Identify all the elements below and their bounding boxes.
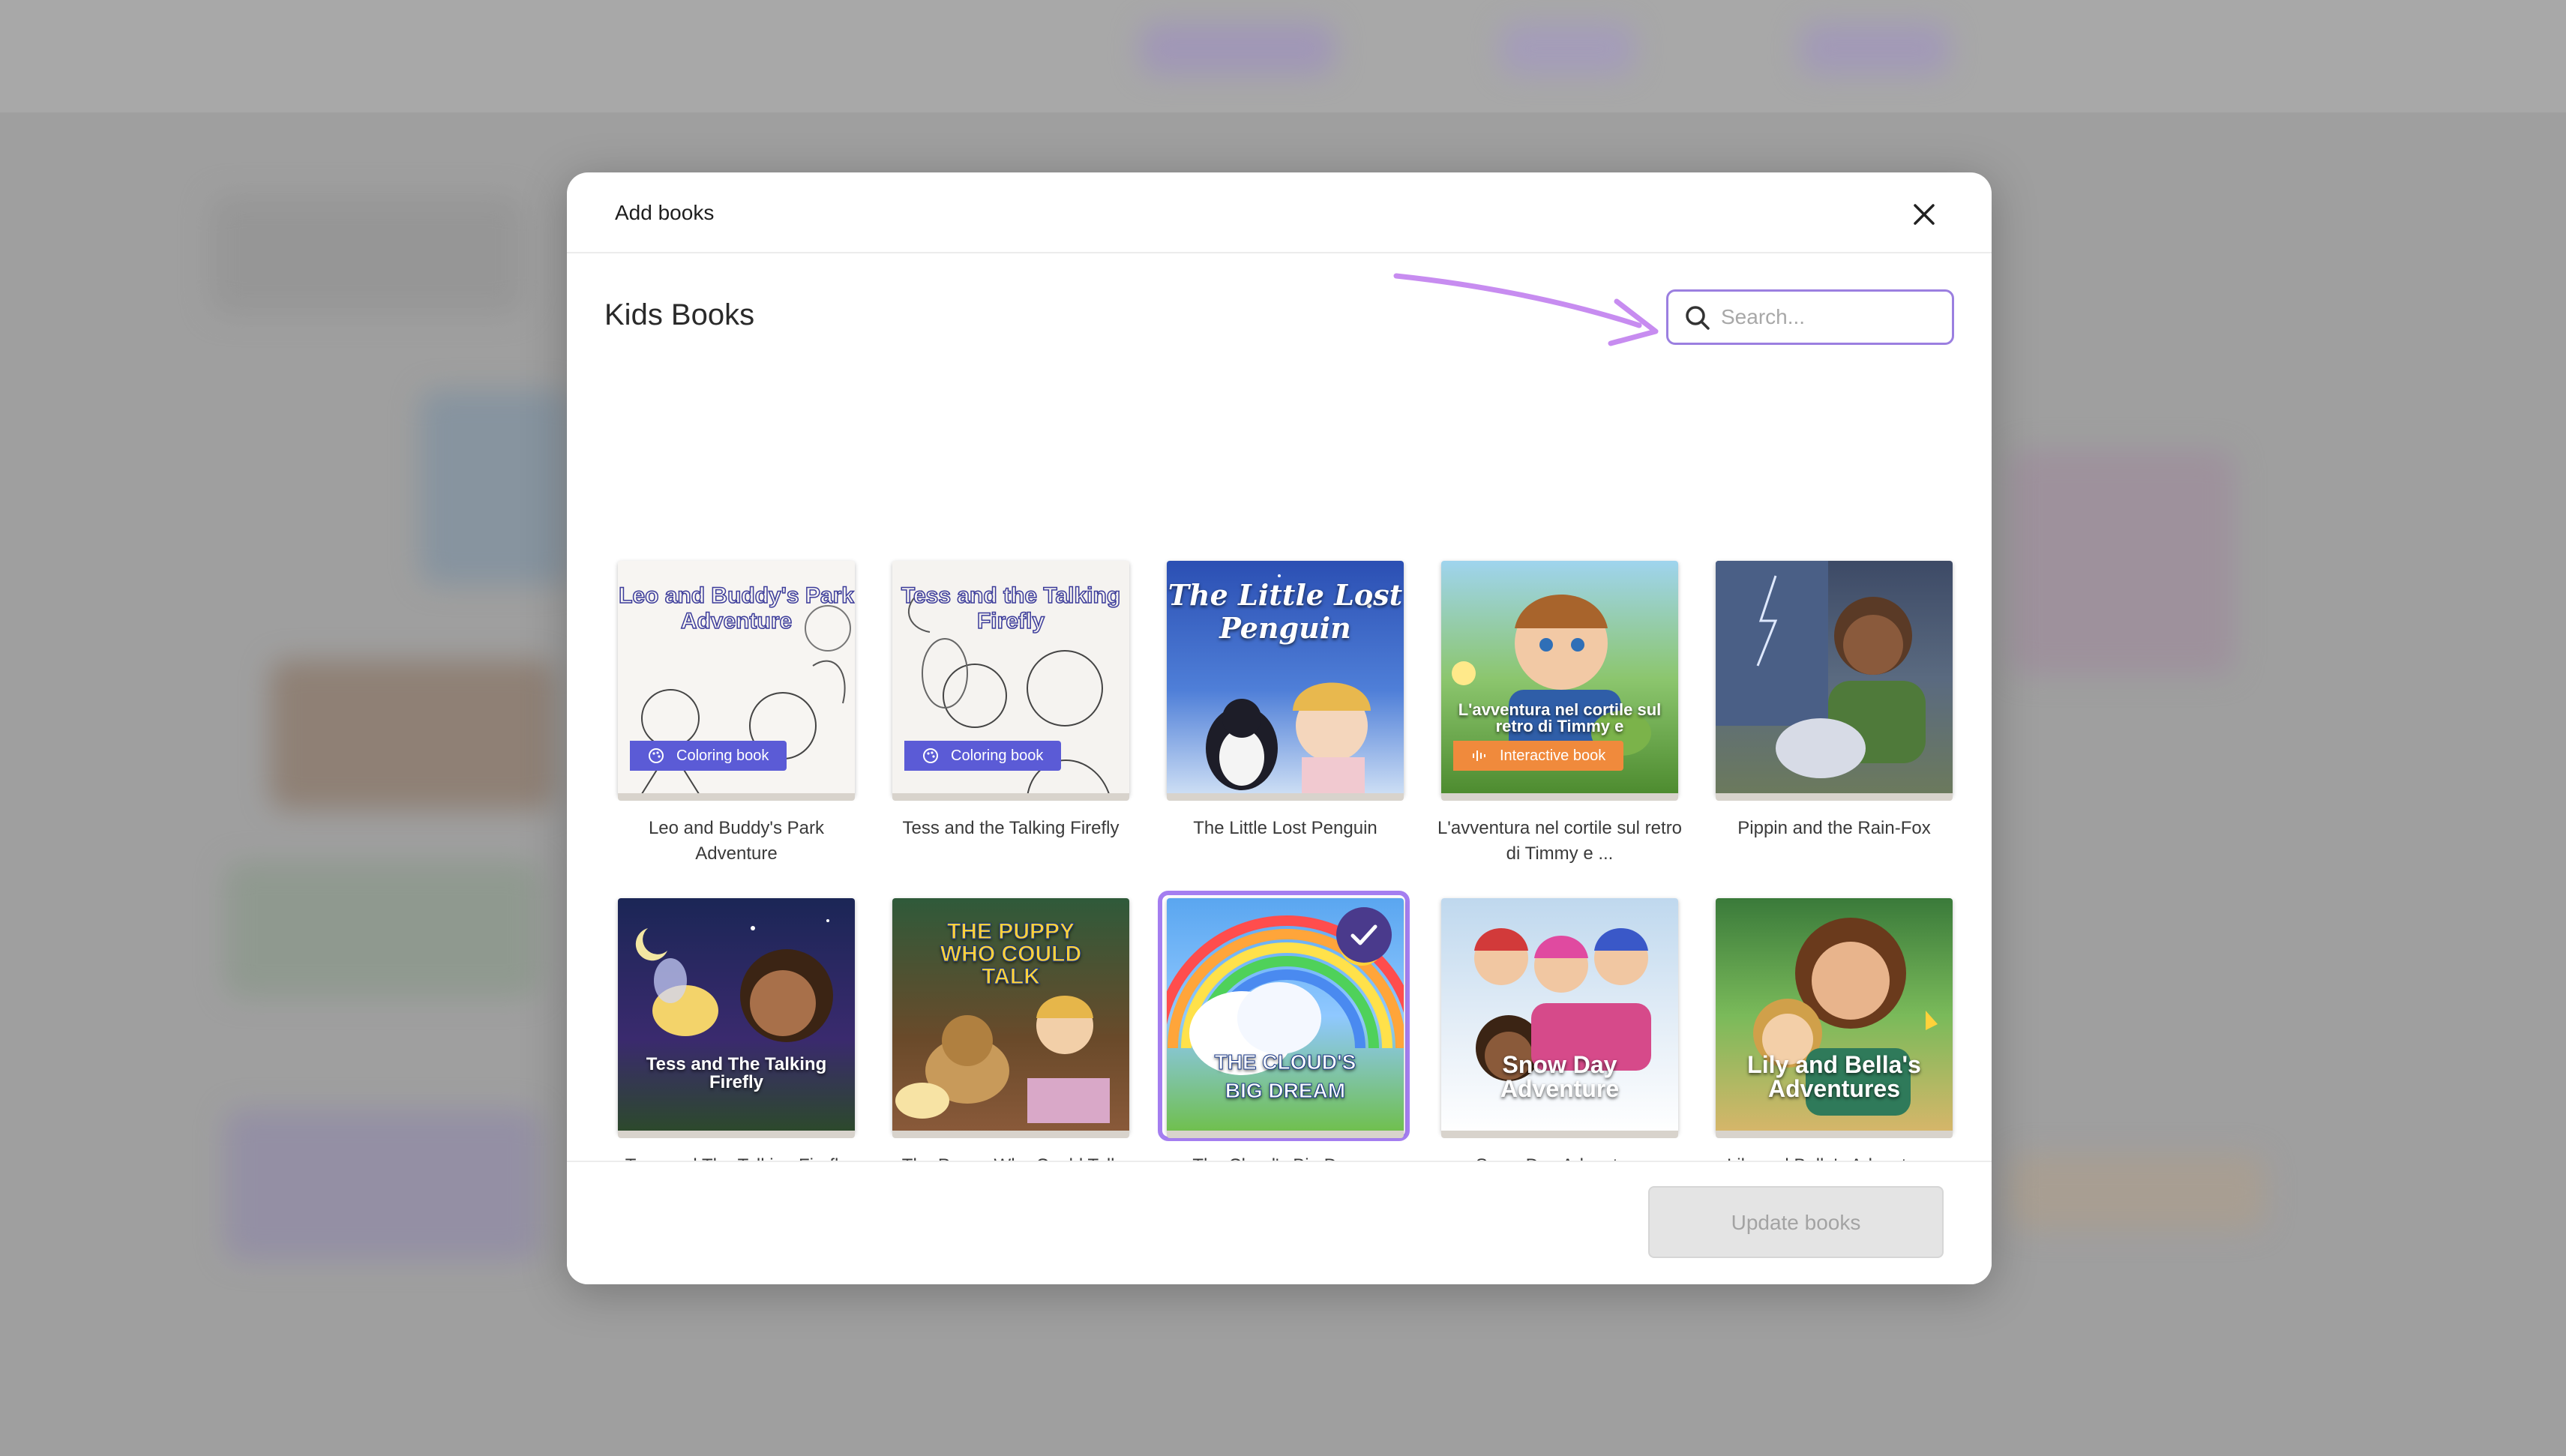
close-icon bbox=[1914, 204, 1935, 225]
book-base bbox=[618, 1131, 855, 1138]
book-base bbox=[1716, 1131, 1953, 1138]
selected-check bbox=[1336, 907, 1392, 963]
book-cover: Leo and Buddy's Park Adventure Coloring … bbox=[618, 561, 855, 796]
cover-title: THE CLOUD'S BIG DREAM bbox=[1214, 1050, 1356, 1103]
modal-header: Add books bbox=[567, 172, 1992, 253]
book-title: The Little Lost Penguin bbox=[1193, 818, 1377, 838]
book-cover: Tess and the Talking Firefly Coloring bo… bbox=[892, 561, 1129, 796]
cover-title: Tess and The Talking Firefly bbox=[646, 1054, 827, 1092]
cover-title: The Little Lost Penguin bbox=[1168, 578, 1403, 645]
section-title: Kids Books bbox=[604, 298, 755, 331]
update-books-button[interactable]: Update books bbox=[1648, 1186, 1944, 1258]
book-cover: L'avventura nel cortile sul retro di Tim… bbox=[1441, 561, 1678, 796]
book-title: Tess and the Talking Firefly bbox=[902, 818, 1120, 838]
book-title: Leo and Buddy's Park Adventure bbox=[648, 818, 825, 864]
book-base bbox=[892, 1131, 1129, 1138]
palette-icon bbox=[923, 748, 938, 763]
modal-footer: Update books bbox=[567, 1161, 1992, 1284]
badge-label: Coloring book bbox=[951, 747, 1044, 764]
book-base bbox=[1441, 1131, 1678, 1138]
palette-icon bbox=[649, 748, 664, 763]
book-cover bbox=[1716, 561, 1953, 796]
book-base bbox=[1167, 793, 1404, 801]
book-cover: THE CLOUD'S BIG DREAM bbox=[1167, 898, 1404, 1134]
book-base bbox=[1441, 793, 1678, 801]
close-button[interactable] bbox=[1909, 199, 1939, 229]
book-cover: THE PUPPY WHO COULD TALK bbox=[892, 898, 1129, 1134]
book-cover: Snow Day Adventure bbox=[1441, 898, 1678, 1134]
coloring-book-badge: Coloring book bbox=[904, 741, 1062, 771]
book-base bbox=[892, 793, 1129, 801]
cover-title: Snow Day Adventure bbox=[1500, 1051, 1620, 1102]
cover-title: Lily and Bella's Adventures bbox=[1747, 1051, 1921, 1102]
modal-title: Add books bbox=[615, 201, 715, 224]
book-base bbox=[1167, 1131, 1404, 1138]
cover-title: THE PUPPY WHO COULD TALK bbox=[940, 919, 1082, 989]
book-cover: Lily and Bella's Adventures bbox=[1716, 898, 1953, 1134]
badge-label: Interactive book bbox=[1500, 747, 1606, 764]
book-title: Pippin and the Rain-Fox bbox=[1737, 818, 1931, 838]
book-base bbox=[618, 793, 855, 801]
check-icon bbox=[1350, 924, 1377, 945]
search-icon bbox=[1686, 306, 1710, 330]
book-cover: Tess and The Talking Firefly bbox=[618, 898, 855, 1134]
coloring-book-badge: Coloring book bbox=[630, 741, 787, 771]
cover-title: L'avventura nel cortile sul retro di Tim… bbox=[1458, 700, 1662, 735]
cover-title: Leo and Buddy's Park Adventure bbox=[618, 583, 854, 634]
book-cover-art bbox=[1716, 561, 1926, 778]
books-grid: Leo and Buddy's Park Adventure Coloring … bbox=[567, 382, 1992, 1284]
search-input[interactable] bbox=[1721, 302, 1938, 332]
book-title: L'avventura nel cortile sul retro di Tim… bbox=[1437, 818, 1683, 864]
annotation-arrow-icon bbox=[1393, 273, 1659, 346]
badge-label: Coloring book bbox=[676, 747, 769, 764]
book-cover-art bbox=[635, 919, 833, 1042]
interactive-book-badge: Interactive book bbox=[1453, 741, 1624, 771]
book-cover: The Little Lost Penguin bbox=[1167, 561, 1404, 796]
cover-title: Tess and the Talking Firefly bbox=[901, 583, 1121, 634]
book-base bbox=[1716, 793, 1953, 801]
add-books-modal: Add books Kids Books Search... Leo and B… bbox=[567, 172, 1992, 1284]
search-box[interactable] bbox=[1666, 289, 1954, 345]
audio-wave-icon bbox=[1473, 750, 1485, 761]
